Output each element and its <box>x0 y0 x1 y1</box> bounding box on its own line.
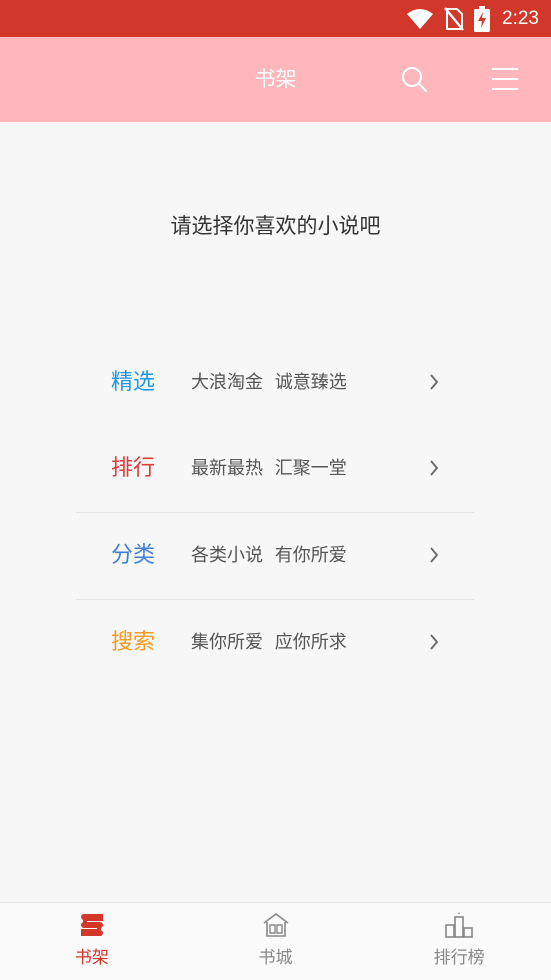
tab-label: 书城 <box>258 948 293 968</box>
menu-item-desc: 大浪淘金 诚意臻选 <box>191 372 347 393</box>
chevron-right-icon <box>430 634 439 650</box>
bottom-tab-bar: 书架 书城 排行榜 <box>0 902 551 980</box>
search-button[interactable] <box>396 61 432 97</box>
menu-item-desc: 最新最热 汇聚一堂 <box>191 458 347 479</box>
search-icon <box>402 67 428 93</box>
menu-item-title: 分类 <box>111 543 156 568</box>
menu-icon <box>492 68 518 90</box>
menu-item-featured[interactable]: 精选 大浪淘金 诚意臻选 <box>76 340 474 426</box>
menu-item-category[interactable]: 分类 各类小说 有你所爱 <box>76 512 474 599</box>
bookshelf-icon <box>80 914 103 936</box>
bookstore-icon <box>263 913 288 937</box>
chevron-right-icon <box>430 460 439 476</box>
ranking-icon <box>445 912 473 938</box>
tab-bookstore[interactable]: 书城 <box>184 903 368 980</box>
menu-item-ranking[interactable]: 排行 最新最热 汇聚一堂 <box>76 426 474 512</box>
no-sim-icon <box>444 7 464 31</box>
status-bar: 2:23 <box>0 0 551 37</box>
tab-ranking[interactable]: 排行榜 <box>367 903 551 980</box>
menu-item-desc: 集你所爱 应你所求 <box>191 632 347 653</box>
tab-label: 排行榜 <box>433 948 485 968</box>
category-menu: 精选 大浪淘金 诚意臻选 排行 最新最热 汇聚一堂 分类 各类小说 有你所爱 搜… <box>76 340 474 686</box>
app-bar: 书架 <box>0 37 551 122</box>
tab-label: 书架 <box>74 948 109 968</box>
status-time: 2:23 <box>502 8 539 29</box>
chevron-right-icon <box>430 547 439 563</box>
menu-item-title: 排行 <box>111 456 156 481</box>
battery-charging-icon <box>474 6 491 32</box>
wifi-icon <box>407 9 434 29</box>
menu-item-title: 搜索 <box>111 630 156 655</box>
chevron-right-icon <box>430 374 439 390</box>
menu-item-desc: 各类小说 有你所爱 <box>191 545 347 566</box>
menu-button[interactable] <box>487 61 523 97</box>
status-icons: 2:23 <box>406 5 539 33</box>
choose-novel-prompt: 请选择你喜欢的小说吧 <box>170 214 381 238</box>
menu-item-title: 精选 <box>111 370 156 395</box>
menu-item-search[interactable]: 搜索 集你所爱 应你所求 <box>76 599 474 686</box>
tab-bookshelf[interactable]: 书架 <box>0 903 184 980</box>
page-title: 书架 <box>254 67 297 91</box>
